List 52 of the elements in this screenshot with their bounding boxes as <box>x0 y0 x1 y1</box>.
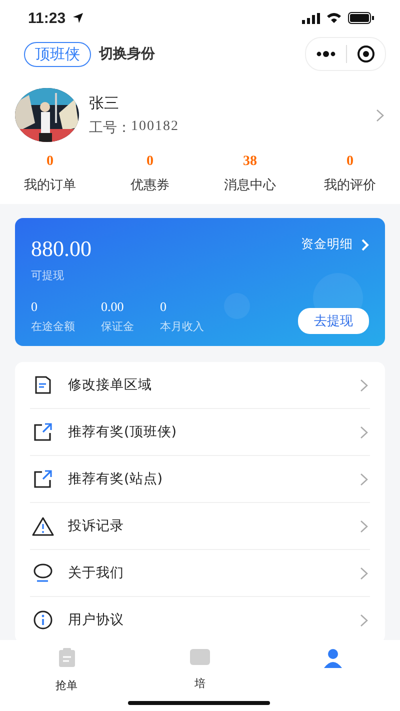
chevron-right-icon <box>360 472 368 486</box>
chevron-right-icon[interactable] <box>376 108 384 122</box>
menu-item[interactable]: 用户协议 <box>68 611 346 629</box>
balance-amount: 880.00 <box>31 236 92 262</box>
menu-item[interactable]: 投诉记录 <box>68 517 346 535</box>
switch-role-link[interactable]: 切换身份 <box>99 45 155 63</box>
chat-icon <box>32 563 54 583</box>
tab-label[interactable]: 抢单 <box>56 678 78 693</box>
info-icon <box>32 610 54 630</box>
stat-count: 0 <box>146 154 154 170</box>
stat-label[interactable]: 我的订单 <box>24 176 76 194</box>
wallet-figure: 0 <box>160 299 168 315</box>
clipboard-icon[interactable] <box>58 648 76 668</box>
wifi-icon <box>326 12 342 24</box>
chevron-right-icon <box>360 378 368 392</box>
role-tag[interactable]: 顶班侠 <box>24 42 91 66</box>
stat-count: 0 <box>346 154 354 170</box>
chevron-right-icon <box>360 520 368 532</box>
menu-item[interactable]: 推荐有奖(站点) <box>68 470 346 488</box>
balance-label: 可提现 <box>31 268 65 283</box>
signal-icon <box>302 12 320 24</box>
wallet-figure-label: 本月收入 <box>160 319 204 334</box>
menu-item[interactable]: 修改接单区域 <box>68 376 346 394</box>
stat-label[interactable]: 我的评价 <box>324 176 376 194</box>
user-name: 张三 <box>89 94 120 112</box>
share-icon <box>32 422 54 442</box>
close-icon[interactable] <box>357 45 375 63</box>
more-icon[interactable] <box>316 51 336 57</box>
wallet-figure-label: 在途金额 <box>31 319 75 334</box>
menu-item[interactable]: 关于我们 <box>68 564 346 582</box>
wallet-figure: 0.00 <box>101 299 125 315</box>
stat-label[interactable]: 消息中心 <box>224 176 276 194</box>
status-time: 11:23 <box>28 10 66 26</box>
chevron-right-icon <box>360 566 368 580</box>
chevron-right-icon <box>361 238 369 250</box>
person-icon[interactable] <box>323 648 344 668</box>
wallet-figure-label: 保证金 <box>101 319 134 334</box>
share-icon <box>32 469 54 489</box>
warning-icon <box>32 516 54 536</box>
menu-item[interactable]: 推荐有奖(顶班侠) <box>68 423 346 441</box>
withdraw-button[interactable]: 去提现 <box>298 308 369 334</box>
location-icon <box>72 12 84 24</box>
wallet-figure: 0 <box>31 299 38 315</box>
stat-label[interactable]: 优惠券 <box>130 176 170 194</box>
chevron-right-icon <box>360 426 368 438</box>
stat-count: 0 <box>46 154 54 170</box>
employee-id-label: 工号： <box>89 120 131 136</box>
battery-icon <box>348 12 374 24</box>
stat-count: 38 <box>243 154 257 170</box>
employee-id: 100182 <box>131 118 179 136</box>
tab-label[interactable]: 培 <box>194 676 206 691</box>
chevron-right-icon <box>360 614 368 626</box>
